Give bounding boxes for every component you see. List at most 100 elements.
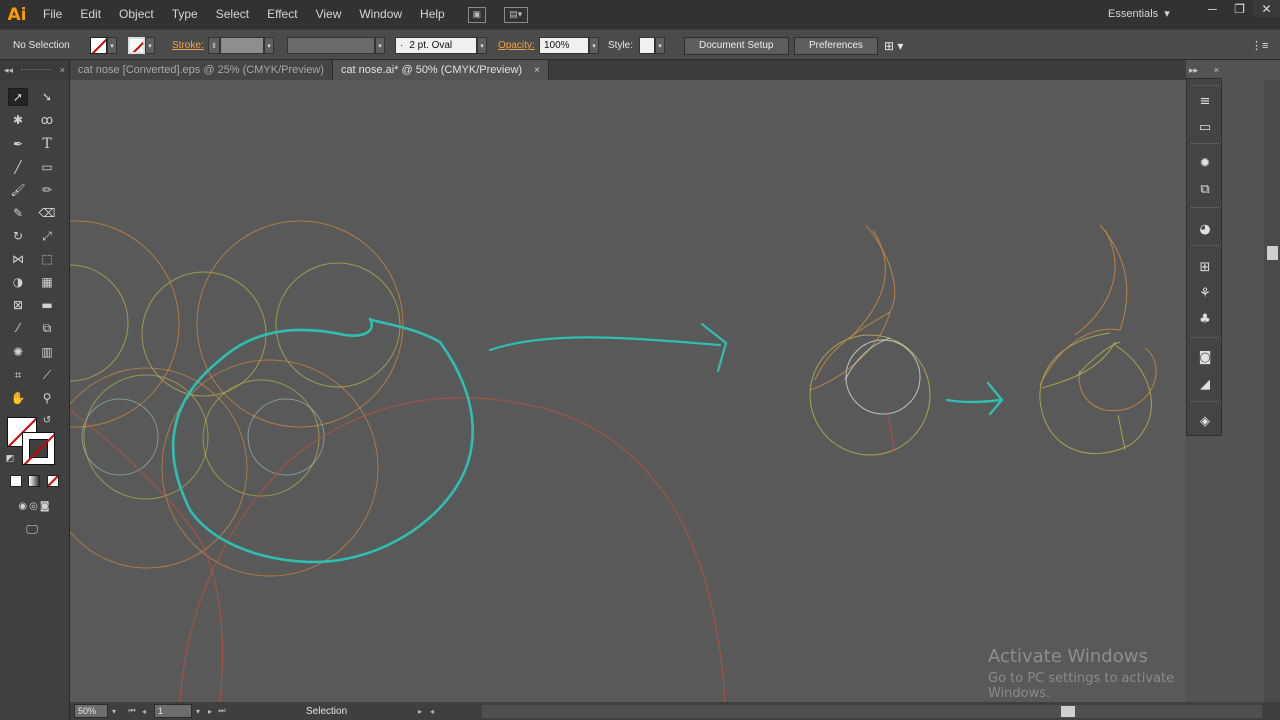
menu-object[interactable]: Object <box>110 0 163 29</box>
color-mode-icon[interactable] <box>10 475 22 487</box>
restore-button[interactable]: ❐ <box>1226 0 1253 17</box>
rectangle-tool-icon[interactable]: ▭ <box>37 158 57 176</box>
graphic-styles-icon[interactable]: ◙ <box>1195 347 1215 367</box>
stroke-swatch[interactable] <box>22 432 55 465</box>
brush-dropdown-icon[interactable]: ▾ <box>477 37 487 54</box>
first-artboard-icon[interactable]: ⏮ <box>126 704 138 718</box>
workspace-switcher[interactable]: Essentials ▾ <box>1108 0 1170 29</box>
previous-artboard-icon[interactable]: ◂ <box>138 704 150 718</box>
symbol-sprayer-tool-icon[interactable]: ✺ <box>8 343 28 361</box>
gradient-tool-icon[interactable]: ▬ <box>37 296 57 314</box>
next-artboard-icon[interactable]: ▸ <box>204 704 216 718</box>
blob-brush-tool-icon[interactable]: ✎ <box>8 204 28 222</box>
layers-icon[interactable]: ◈ <box>1195 411 1215 431</box>
close-tab-icon[interactable]: × <box>534 65 540 76</box>
stroke-control[interactable]: ▾ <box>128 30 155 61</box>
selection-tool-icon[interactable]: ➚ <box>8 88 28 106</box>
color-guide-icon[interactable]: ✹ <box>1195 153 1215 173</box>
transform-icon[interactable]: ⧉ <box>1195 179 1215 199</box>
panel-grip[interactable] <box>21 68 52 72</box>
appearance-icon[interactable]: ◕ <box>1195 219 1215 239</box>
swap-fill-stroke-icon[interactable]: ↺ <box>40 414 54 426</box>
menu-window[interactable]: Window <box>350 0 411 29</box>
none-mode-icon[interactable] <box>47 475 59 487</box>
width-tool-icon[interactable]: ⋈ <box>8 250 28 268</box>
direct-selection-tool-icon[interactable]: ➘ <box>37 88 57 106</box>
stroke-dropdown-icon[interactable]: ▾ <box>145 37 155 54</box>
graphic-style-swatch[interactable] <box>639 37 655 54</box>
last-artboard-icon[interactable]: ⏭ <box>216 704 228 718</box>
free-transform-tool-icon[interactable]: ⬚ <box>37 250 57 268</box>
pen-tool-icon[interactable]: ✒ <box>8 135 28 153</box>
magic-wand-tool-icon[interactable]: ✱ <box>8 111 28 129</box>
fill-dropdown-icon[interactable]: ▾ <box>107 37 117 54</box>
column-graph-tool-icon[interactable]: ▥ <box>37 343 57 361</box>
line-tool-icon[interactable]: ╱ <box>8 158 28 176</box>
rotate-tool-icon[interactable]: ↻ <box>8 227 28 245</box>
brush-definition-field[interactable]: · 2 pt. Oval <box>395 37 477 54</box>
stroke-weight-dropdown-icon[interactable]: ▾ <box>264 37 274 54</box>
variable-width-dropdown-icon[interactable]: ▾ <box>375 37 385 54</box>
opacity-label-link[interactable]: Opacity: <box>498 40 535 51</box>
graphic-style-control[interactable]: ▾ <box>639 30 665 61</box>
gradient-icon[interactable]: ▭ <box>1195 117 1215 137</box>
fill-control[interactable]: ▾ <box>90 30 117 61</box>
variable-width-control[interactable]: ▾ <box>287 30 385 61</box>
bridge-icon[interactable]: ▣ <box>467 6 486 23</box>
close-dock-icon[interactable]: × <box>1214 65 1219 75</box>
lasso-tool-icon[interactable]: ꝏ <box>37 111 57 129</box>
align-icon[interactable]: ⊞ <box>1195 257 1215 277</box>
eyedropper-tool-icon[interactable]: ⁄ <box>8 319 28 337</box>
eraser-tool-icon[interactable]: ⌫ <box>37 204 57 222</box>
brushes-icon[interactable]: ⚘ <box>1195 283 1215 303</box>
zoom-dropdown-icon[interactable]: ▾ <box>108 704 120 718</box>
vertical-scrollbar[interactable] <box>1264 80 1280 702</box>
horizontal-scrollbar[interactable] <box>482 705 1262 718</box>
opacity-control[interactable]: 100% ▾ <box>539 30 599 61</box>
type-tool-icon[interactable]: T <box>37 135 57 153</box>
menu-help[interactable]: Help <box>411 0 454 29</box>
fill-swatch-none-icon[interactable] <box>90 37 107 54</box>
control-panel-menu-icon[interactable]: ⋮≡ <box>1251 30 1268 61</box>
document-setup-button[interactable]: Document Setup <box>684 36 789 55</box>
close-panel-icon[interactable]: × <box>60 65 65 75</box>
panel-menu-icon[interactable]: ≡ <box>1195 91 1215 111</box>
menu-edit[interactable]: Edit <box>71 0 110 29</box>
default-fill-stroke-icon[interactable]: ◩ <box>3 452 17 466</box>
arrange-icon[interactable]: ⊞ ▾ <box>884 30 903 61</box>
zoom-tool-icon[interactable]: ⚲ <box>37 389 57 407</box>
menu-effect[interactable]: Effect <box>258 0 306 29</box>
screen-mode-icon[interactable]: 🖵 <box>22 520 42 538</box>
slice-tool-icon[interactable]: ⟋ <box>37 366 57 384</box>
variable-width-profile-field[interactable] <box>287 37 375 54</box>
stroke-stepper-icon[interactable]: ⇕ <box>208 37 220 54</box>
brush-definition-control[interactable]: · 2 pt. Oval ▾ <box>395 30 487 61</box>
pencil-tool-icon[interactable]: ✏ <box>37 181 57 199</box>
opacity-dropdown-icon[interactable]: ▾ <box>589 37 599 54</box>
artboard-canvas[interactable]: Activate Windows Go to PC settings to ac… <box>70 80 1186 702</box>
zoom-field[interactable]: 50% <box>74 704 108 718</box>
expand-panels-icon[interactable]: ▸▸ <box>1189 65 1198 76</box>
artboard-tool-icon[interactable]: ⌗ <box>8 366 28 384</box>
collapse-panel-icon[interactable]: ◂◂ <box>4 65 13 76</box>
minimize-button[interactable]: ─ <box>1199 0 1226 17</box>
horizontal-scroll-thumb[interactable] <box>1061 706 1075 717</box>
stroke-label-link[interactable]: Stroke: <box>172 40 204 51</box>
scroll-left-icon[interactable]: ◂ <box>426 704 438 718</box>
stroke-swatch-none-icon[interactable] <box>128 37 145 54</box>
opacity-field[interactable]: 100% <box>539 37 589 54</box>
gradient-mode-icon[interactable] <box>28 475 40 487</box>
transparency-icon[interactable]: ◢ <box>1195 374 1215 394</box>
paintbrush-tool-icon[interactable]: 🖌 <box>8 181 28 199</box>
shape-builder-tool-icon[interactable]: ◑ <box>8 273 28 291</box>
artboard-dropdown-icon[interactable]: ▾ <box>192 704 204 718</box>
stroke-weight-field[interactable] <box>220 37 264 54</box>
menu-type[interactable]: Type <box>163 0 207 29</box>
menu-select[interactable]: Select <box>207 0 258 29</box>
arrange-documents-icon[interactable]: ▤▾ <box>503 6 528 23</box>
scale-tool-icon[interactable]: ⤢ <box>37 227 57 245</box>
tab-cat-nose-ai[interactable]: cat nose.ai* @ 50% (CMYK/Preview) × <box>332 60 549 80</box>
vertical-scroll-thumb[interactable] <box>1267 246 1278 260</box>
preferences-button[interactable]: Preferences <box>794 36 878 55</box>
menu-file[interactable]: File <box>34 0 71 29</box>
